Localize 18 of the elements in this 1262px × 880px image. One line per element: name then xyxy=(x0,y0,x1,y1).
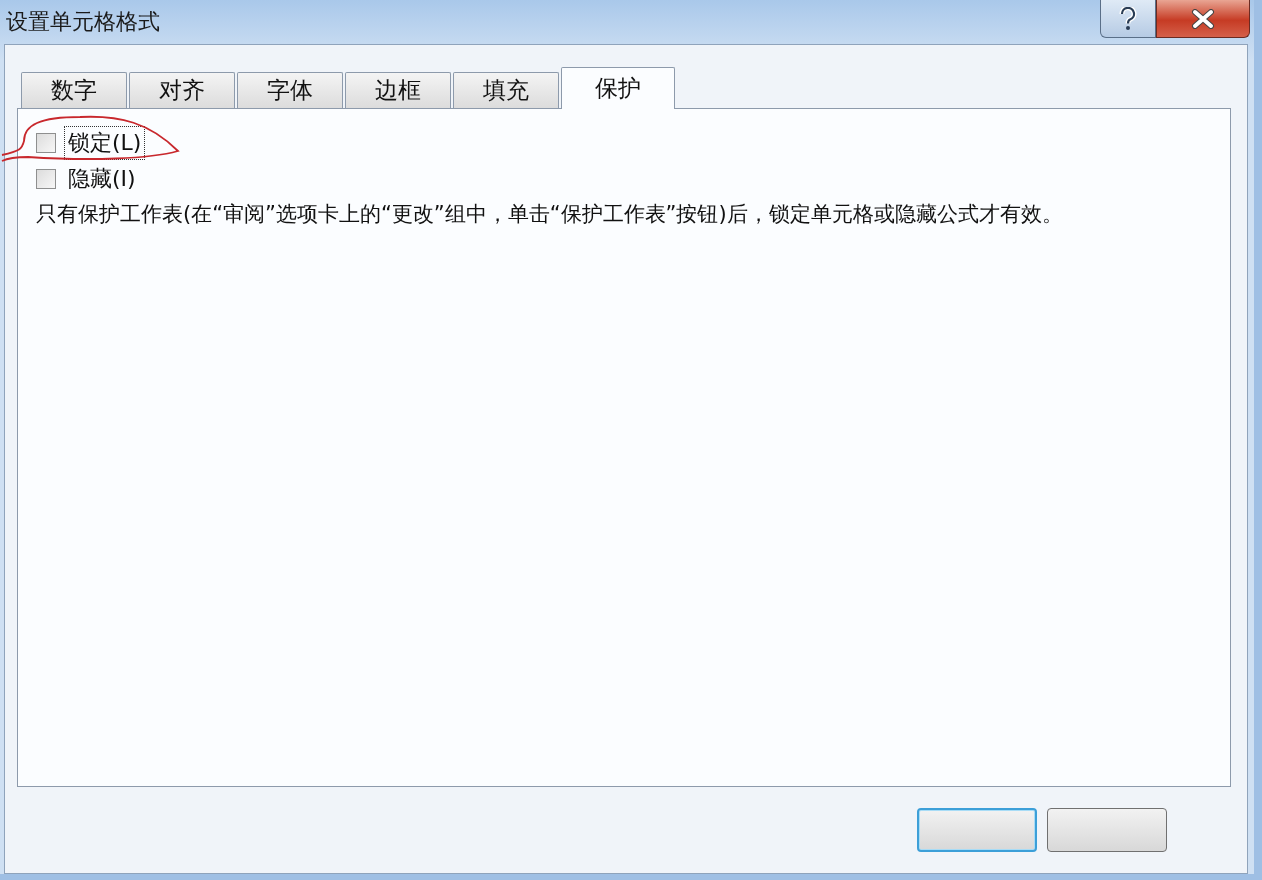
tab[interactable]: 边框 xyxy=(345,72,451,108)
tab[interactable]: 对齐 xyxy=(129,72,235,108)
window-title: 设置单元格格式 xyxy=(6,8,160,36)
close-button[interactable] xyxy=(1156,0,1250,38)
checkbox[interactable] xyxy=(36,169,56,189)
info-text: 只有保护工作表(在“审阅”选项卡上的“更改”组中，单击“保护工作表”按钮)后，锁定单元格或隐藏公式才有效。 xyxy=(36,201,1064,227)
checkbox[interactable] xyxy=(36,133,56,153)
help-button[interactable] xyxy=(1100,0,1156,38)
checkbox-label[interactable]: 隐藏(I) xyxy=(64,162,140,196)
tab[interactable]: 字体 xyxy=(237,72,343,108)
close-icon xyxy=(1191,8,1215,29)
checkbox-label[interactable]: 锁定(L) xyxy=(64,126,146,160)
dialog-button[interactable] xyxy=(1047,808,1167,852)
help-icon xyxy=(1118,6,1138,31)
tab[interactable]: 填充 xyxy=(453,72,559,108)
tab[interactable]: 数字 xyxy=(21,72,127,108)
dialog-button[interactable] xyxy=(917,808,1037,852)
tab[interactable]: 保护 xyxy=(561,67,675,109)
